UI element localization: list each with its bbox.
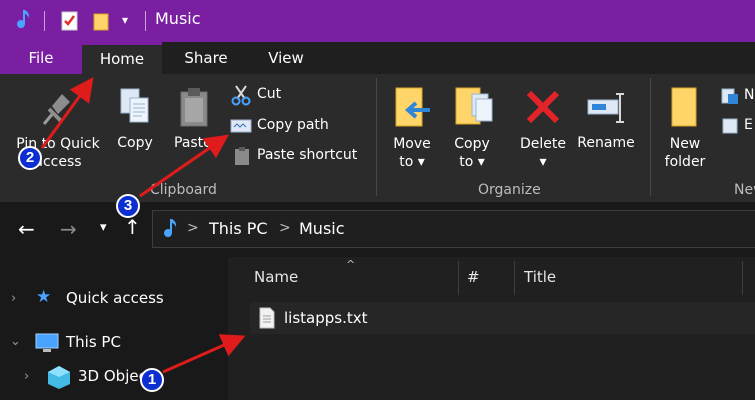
paste-shortcut-icon bbox=[235, 147, 249, 165]
column-separator[interactable] bbox=[458, 261, 459, 295]
address-bar[interactable]: > This PC > Music bbox=[152, 210, 755, 248]
title-bar: ▾ Music bbox=[0, 0, 755, 42]
pin-icon bbox=[42, 94, 70, 125]
copy-icon bbox=[120, 88, 149, 123]
copy-path-button[interactable]: Copy path bbox=[230, 115, 370, 137]
forward-arrow-icon[interactable]: → bbox=[60, 217, 77, 241]
copy-button[interactable]: Copy bbox=[110, 80, 160, 180]
new-group-label: New bbox=[734, 182, 755, 198]
delete-button[interactable]: Delete ▾ bbox=[514, 80, 572, 180]
expand-chevron-icon[interactable]: › bbox=[11, 291, 16, 306]
paste-shortcut-button[interactable]: Paste shortcut bbox=[230, 145, 370, 167]
breadcrumb-music[interactable]: Music bbox=[299, 219, 345, 238]
tab-view[interactable]: View bbox=[246, 42, 326, 74]
column-separator[interactable] bbox=[742, 261, 743, 295]
cut-button[interactable]: Cut bbox=[230, 84, 370, 106]
divider bbox=[44, 11, 45, 31]
move-to-icon bbox=[395, 87, 430, 127]
divider bbox=[145, 11, 146, 31]
properties-icon[interactable] bbox=[60, 10, 80, 32]
collapse-chevron-icon[interactable]: ⌄ bbox=[10, 334, 21, 349]
rename-button[interactable]: Rename bbox=[574, 80, 638, 180]
breadcrumb-separator: > bbox=[279, 220, 291, 236]
callout-badge-3: 3 bbox=[116, 194, 140, 218]
delete-x-icon bbox=[526, 90, 560, 124]
new-item-button[interactable]: N bbox=[720, 86, 755, 108]
new-item-icon bbox=[721, 88, 738, 104]
sort-ascending-icon: ^ bbox=[346, 258, 356, 271]
paste-shortcut-label: Paste shortcut bbox=[257, 147, 358, 163]
computer-icon bbox=[35, 333, 59, 352]
cut-label: Cut bbox=[257, 86, 282, 102]
window-title: Music bbox=[155, 9, 201, 28]
clipboard-group-label: Clipboard bbox=[150, 182, 217, 198]
copy-to-button[interactable]: Copy to ▾ bbox=[446, 80, 498, 180]
copy-path-icon bbox=[230, 119, 252, 133]
scissors-icon bbox=[231, 85, 251, 106]
copy-label: Copy bbox=[117, 135, 153, 151]
star-icon: ★ bbox=[36, 287, 52, 307]
easy-access-button[interactable]: E bbox=[720, 116, 755, 138]
tab-file[interactable]: File bbox=[0, 42, 82, 74]
copy-to-icon bbox=[455, 87, 493, 125]
breadcrumb-this-pc[interactable]: This PC bbox=[209, 219, 268, 238]
expand-chevron-icon[interactable]: › bbox=[24, 369, 29, 384]
column-header-title[interactable]: Title bbox=[524, 268, 556, 286]
cube-icon bbox=[48, 366, 70, 389]
organize-group-label: Organize bbox=[478, 182, 541, 198]
quick-access-toolbar-dropdown-icon[interactable]: ▾ bbox=[122, 13, 128, 27]
ribbon-separator bbox=[650, 78, 651, 196]
paste-button[interactable]: Paste bbox=[168, 80, 222, 180]
delete-label: Delete ▾ bbox=[520, 136, 566, 170]
nav-item-3d-objects[interactable]: 3D Objects bbox=[78, 367, 148, 385]
copy-path-label: Copy path bbox=[257, 117, 329, 133]
copy-to-label: Copy to ▾ bbox=[454, 136, 490, 170]
nav-item-quick-access[interactable]: Quick access bbox=[66, 289, 164, 307]
rename-icon bbox=[587, 93, 624, 123]
clipboard-paste-icon bbox=[180, 88, 208, 127]
table-row[interactable]: listapps.txt bbox=[250, 302, 755, 334]
move-to-button[interactable]: Move to ▾ bbox=[386, 80, 438, 180]
callout-badge-1: 1 bbox=[140, 368, 164, 392]
new-folder-button[interactable]: New folder bbox=[656, 80, 714, 180]
folder-icon bbox=[671, 87, 697, 127]
nav-item-this-pc[interactable]: This PC bbox=[66, 333, 121, 351]
new-folder-qa-icon[interactable] bbox=[92, 11, 112, 31]
up-arrow-icon[interactable]: ↑ bbox=[124, 215, 141, 239]
breadcrumb-separator: > bbox=[187, 220, 199, 236]
tab-home[interactable]: Home bbox=[82, 42, 162, 74]
music-note-icon bbox=[164, 219, 177, 238]
paste-label: Paste bbox=[174, 135, 212, 151]
easy-access-icon bbox=[722, 118, 738, 134]
column-header-number[interactable]: # bbox=[467, 268, 480, 286]
move-to-label: Move to ▾ bbox=[393, 136, 431, 170]
music-note-icon bbox=[17, 10, 30, 29]
file-name: listapps.txt bbox=[284, 309, 368, 327]
tab-share[interactable]: Share bbox=[166, 42, 246, 74]
callout-badge-2: 2 bbox=[18, 146, 42, 170]
recent-locations-dropdown-icon[interactable]: ▾ bbox=[100, 220, 107, 235]
back-arrow-icon[interactable]: ← bbox=[18, 217, 35, 241]
column-header-name[interactable]: Name bbox=[254, 268, 298, 286]
text-file-icon bbox=[259, 307, 275, 329]
ribbon-separator bbox=[376, 78, 377, 196]
new-folder-label: New folder bbox=[664, 136, 706, 170]
ribbon-tab-bar: File Home Share View bbox=[0, 42, 755, 74]
rename-label: Rename bbox=[577, 135, 635, 151]
column-separator[interactable] bbox=[514, 261, 515, 295]
